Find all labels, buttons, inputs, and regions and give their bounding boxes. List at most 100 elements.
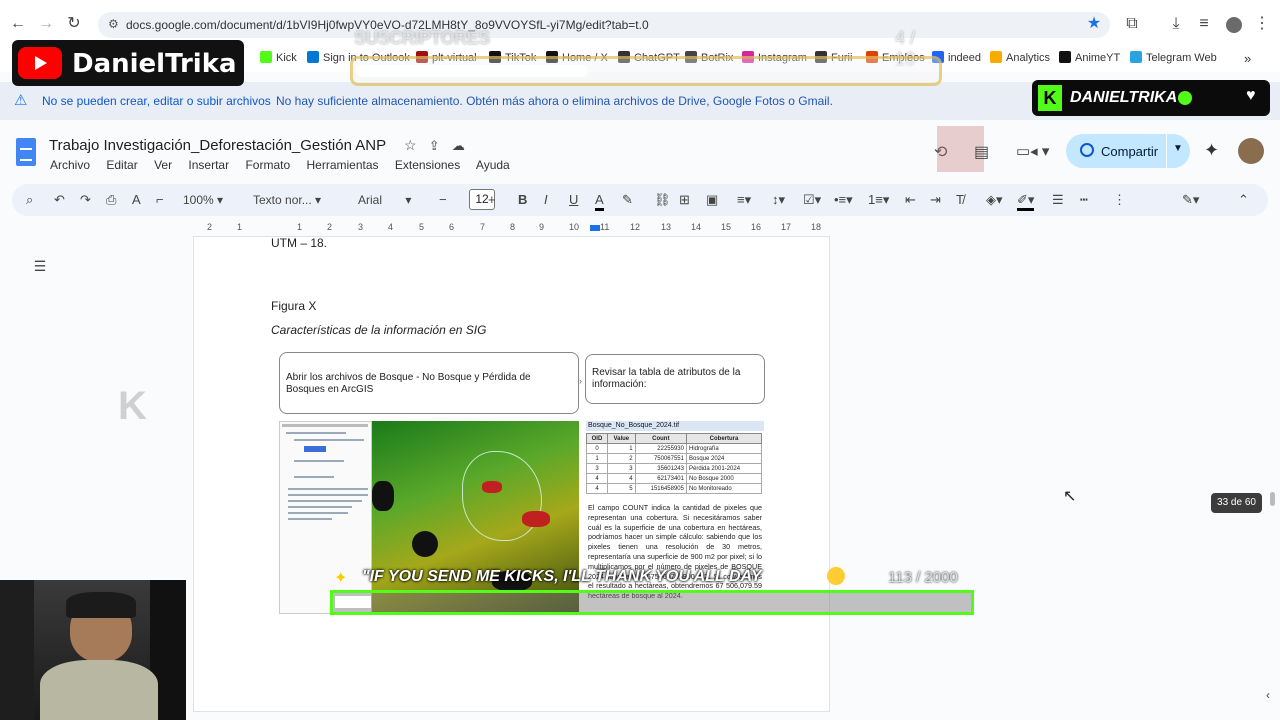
indent-marker[interactable] — [590, 225, 600, 231]
ruler-tick: 12 — [630, 222, 641, 232]
ruler-tick: 14 — [691, 222, 702, 232]
bookmark-item[interactable]: Kick — [260, 51, 297, 64]
menu-editar[interactable]: Editar — [106, 158, 137, 172]
text-color-icon[interactable]: A — [595, 192, 604, 211]
decrease-font-icon[interactable]: − — [439, 192, 447, 208]
document-page[interactable]: UTM – 18. Figura X Características de la… — [193, 236, 830, 712]
style-select[interactable]: Texto nor... ▾ — [253, 192, 321, 208]
print-icon[interactable]: ⎙ — [106, 192, 116, 208]
numbered-list-icon[interactable]: 1≡▾ — [868, 192, 889, 208]
side-panel-toggle-icon[interactable]: ‹ — [1266, 688, 1270, 702]
reload-icon[interactable]: ↻ — [64, 14, 84, 34]
insert-image-icon[interactable]: ▣ — [706, 192, 718, 208]
menu-ayuda[interactable]: Ayuda — [476, 158, 510, 172]
ruler-tick: 17 — [781, 222, 792, 232]
document-outline-icon[interactable]: ☰ — [30, 256, 50, 276]
clear-formatting-icon[interactable]: T̸ — [956, 192, 964, 208]
bookmark-item[interactable]: AnimeYT — [1059, 51, 1120, 64]
paint-format-icon[interactable]: ⌐ — [156, 192, 164, 208]
menu-extensiones[interactable]: Extensiones — [395, 158, 460, 172]
star-icon[interactable]: ☆ — [404, 137, 417, 153]
meet-icon[interactable]: ▭◂ ▾ — [1016, 142, 1049, 160]
comments-icon[interactable]: ▤ — [974, 142, 989, 162]
collapse-menus-icon[interactable]: ⌃ — [1238, 192, 1249, 208]
banner-message[interactable]: No hay suficiente almacenamiento. Obtén … — [276, 94, 833, 108]
kick-channel-badge: K DANIELTRIKA ♥ — [1032, 80, 1270, 116]
move-icon[interactable]: ⇪ — [429, 138, 440, 153]
kicks-goal-label: "IF YOU SEND ME KICKS, I'LL THANK YOU AL… — [362, 568, 762, 585]
bookmark-star-icon[interactable]: ★ — [1084, 14, 1104, 34]
search-icon[interactable]: ⌕ — [26, 192, 33, 208]
gemini-icon[interactable]: ✦ — [1204, 140, 1219, 161]
border-width-icon[interactable]: ☰ — [1052, 192, 1064, 208]
bookmark-item[interactable]: Telegram Web — [1130, 51, 1217, 64]
account-avatar[interactable] — [1238, 138, 1264, 164]
menu-insertar[interactable]: Insertar — [188, 158, 229, 172]
bulleted-list-icon[interactable]: •≡▾ — [834, 192, 853, 208]
table-cell: 4 — [586, 473, 608, 484]
ruler-tick: 16 — [751, 222, 762, 232]
increase-font-icon[interactable]: + — [488, 192, 496, 208]
mouse-cursor-icon: ↖ — [1063, 488, 1077, 505]
more-bookmarks-icon[interactable]: » — [1244, 51, 1251, 66]
bold-icon[interactable]: B — [518, 192, 527, 208]
table-cell: No Monitoreado — [685, 483, 763, 494]
menu-herramientas[interactable]: Herramientas — [306, 158, 378, 172]
font-select[interactable]: Arial ▾ — [358, 192, 411, 208]
share-button[interactable]: Compartir ▼ — [1066, 134, 1190, 168]
table-cell: 35601243 — [634, 463, 687, 474]
italic-icon[interactable]: I — [544, 192, 548, 208]
cloud-status-icon[interactable]: ☁ — [452, 138, 465, 153]
ruler-tick: 2 — [207, 222, 213, 232]
bookmark-item[interactable]: Analytics — [990, 51, 1050, 64]
media-icon[interactable]: ≡ — [1194, 14, 1214, 34]
table-cell: 5 — [606, 483, 636, 494]
menu-archivo[interactable]: Archivo — [50, 158, 90, 172]
horizontal-ruler[interactable]: 2 1 1 2 3 4 5 6 7 8 9 10 11 12 13 14 15 … — [194, 222, 830, 236]
docs-logo-icon[interactable] — [16, 138, 36, 166]
table-cell: 62173401 — [634, 473, 687, 484]
menu-ver[interactable]: Ver — [154, 158, 172, 172]
more-options-icon[interactable]: ⋮ — [1113, 192, 1126, 208]
menu-dots-icon[interactable]: ⋮ — [1252, 14, 1272, 34]
table-header: Value — [606, 433, 636, 444]
highlight-icon[interactable]: ✎ — [622, 192, 633, 208]
fill-color-icon[interactable]: ◈▾ — [986, 192, 1003, 208]
banner-title: No se pueden crear, editar o subir archi… — [42, 94, 271, 108]
zoom-select[interactable]: 100% ▾ — [183, 192, 223, 208]
increase-indent-icon[interactable]: ⇥ — [930, 192, 941, 208]
menu-formato[interactable]: Formato — [245, 158, 290, 172]
profile-avatar[interactable] — [1226, 17, 1242, 33]
globe-icon — [1080, 143, 1094, 157]
ruler-tick: 11 — [600, 222, 610, 232]
download-icon[interactable]: ⤓ — [1166, 14, 1186, 34]
kick-icon — [260, 51, 272, 63]
border-dash-icon[interactable]: ┅ — [1080, 192, 1088, 208]
underline-icon[interactable]: U — [569, 192, 578, 208]
checklist-icon[interactable]: ☑▾ — [803, 192, 821, 208]
border-color-icon[interactable]: ✐▾ — [1017, 192, 1035, 211]
kicks-goal-count: 113 / 2000 — [888, 569, 958, 586]
link-icon[interactable]: ⛓ — [654, 192, 671, 208]
extensions-icon[interactable]: ⧉ — [1122, 14, 1142, 34]
spellcheck-icon[interactable]: A — [132, 192, 141, 208]
redo-icon[interactable]: ↷ — [80, 192, 91, 208]
editing-mode-icon[interactable]: ✎▾ — [1182, 192, 1199, 208]
step-box-attribute-table[interactable]: Revisar la tabla de atributos de la info… — [585, 354, 765, 404]
add-comment-icon[interactable]: ⊞ — [679, 192, 690, 208]
step-box-open-files[interactable]: Abrir los archivos de Bosque - No Bosque… — [279, 352, 579, 414]
back-icon[interactable]: ← — [8, 14, 28, 34]
align-icon[interactable]: ≡▾ — [737, 192, 751, 208]
line-spacing-icon[interactable]: ↕▾ — [772, 192, 785, 208]
table-cell: Pérdida 2001-2024 — [685, 463, 763, 474]
figure-caption: Características de la información en SIG — [271, 323, 487, 337]
arrow-icon: › — [579, 376, 582, 386]
table-header: OID — [586, 433, 608, 444]
site-info-icon[interactable]: ⚙ — [108, 17, 119, 31]
forward-icon[interactable]: → — [36, 14, 56, 34]
scrollbar-thumb[interactable] — [1270, 492, 1275, 506]
undo-icon[interactable]: ↶ — [54, 192, 65, 208]
chevron-down-icon[interactable]: ▼ — [1173, 143, 1183, 154]
decrease-indent-icon[interactable]: ⇤ — [905, 192, 916, 208]
document-title[interactable]: Trabajo Investigación_Deforestación_Gest… — [49, 137, 465, 154]
